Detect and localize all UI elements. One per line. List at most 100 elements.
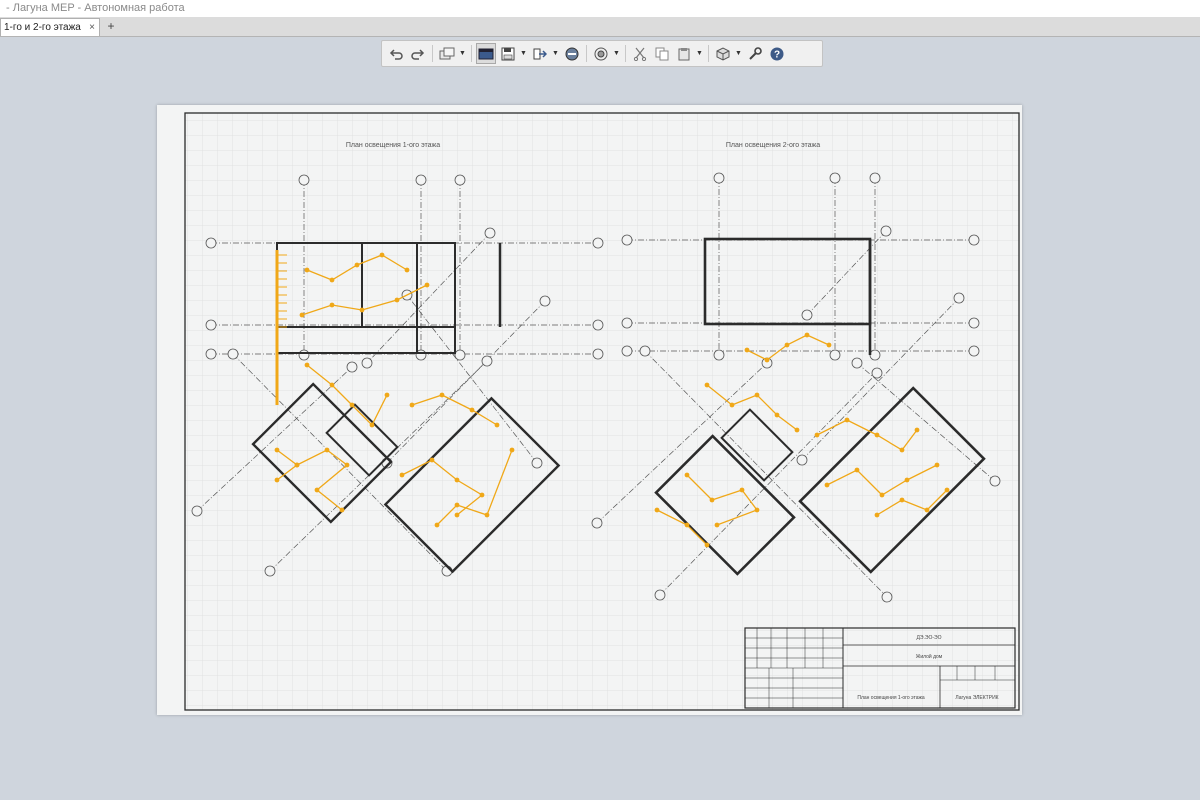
layers-icon[interactable] <box>437 43 457 64</box>
lighting-fixture <box>329 277 335 283</box>
axis-bubble <box>361 357 373 369</box>
lighting-fixture <box>494 422 500 428</box>
settings-icon[interactable] <box>745 43 765 64</box>
axis-bubble <box>592 237 604 249</box>
chevron-down-icon[interactable]: ▼ <box>613 43 620 64</box>
lighting-fixture <box>754 392 760 398</box>
undo-icon[interactable] <box>386 43 406 64</box>
axis-bubble <box>829 349 841 361</box>
lighting-fixture <box>509 447 515 453</box>
export-icon[interactable] <box>530 43 550 64</box>
chevron-down-icon[interactable]: ▼ <box>696 43 703 64</box>
stamp-sheet-title: План освещения 1-ого этажа <box>857 695 925 701</box>
chevron-down-icon[interactable]: ▼ <box>459 43 466 64</box>
lighting-fixture <box>369 422 375 428</box>
lighting-fixture <box>754 507 760 513</box>
chevron-down-icon[interactable]: ▼ <box>735 43 742 64</box>
tab-floor-plans[interactable]: 1-го и 2-го этажа × <box>0 18 100 36</box>
lighting-fixture <box>384 392 390 398</box>
lighting-fixture <box>899 447 905 453</box>
window-title: - Лагуна MEP - Автономная работа <box>0 0 1200 17</box>
lighting-fixture <box>434 522 440 528</box>
add-tab-button[interactable]: + <box>104 19 118 34</box>
lighting-fixture <box>824 482 830 488</box>
plan-title-floor-2: План освещения 2-ого этажа <box>726 142 820 149</box>
lighting-fixture <box>469 407 475 413</box>
lighting-fixture <box>874 432 880 438</box>
lighting-fixture <box>899 497 905 503</box>
tab-bar: 1-го и 2-го этажа × + <box>0 17 1200 37</box>
view-3d-icon[interactable] <box>713 43 733 64</box>
copy-icon[interactable] <box>652 43 672 64</box>
lighting-fixture <box>454 502 460 508</box>
chevron-down-icon[interactable]: ▼ <box>520 43 527 64</box>
lighting-fixture <box>454 512 460 518</box>
axis-bubble <box>869 349 881 361</box>
lighting-fixture <box>409 402 415 408</box>
lighting-fixture <box>784 342 790 348</box>
lighting-fixture <box>394 297 400 303</box>
lighting-fixture <box>274 447 280 453</box>
lighting-fixture <box>804 332 810 338</box>
lighting-fixture <box>429 457 435 463</box>
print-icon[interactable] <box>562 43 582 64</box>
lighting-fixture <box>914 427 920 433</box>
redo-icon[interactable] <box>408 43 428 64</box>
lighting-fixture <box>294 462 300 468</box>
chevron-down-icon[interactable]: ▼ <box>552 43 559 64</box>
save-icon[interactable] <box>498 43 518 64</box>
lighting-fixture <box>329 382 335 388</box>
lighting-fixture <box>344 462 350 468</box>
axis-bubble <box>801 309 813 321</box>
lighting-fixture <box>299 312 305 318</box>
svg-text:?: ? <box>774 49 780 60</box>
lighting-fixture <box>729 402 735 408</box>
lighting-fixture <box>879 492 885 498</box>
paste-icon[interactable] <box>674 43 694 64</box>
lighting-fixture <box>304 267 310 273</box>
open-icon[interactable] <box>591 43 611 64</box>
lighting-fixture <box>844 417 850 423</box>
lighting-fixture <box>774 412 780 418</box>
lighting-fixture <box>379 252 385 258</box>
axis-bubble <box>264 565 276 577</box>
lighting-fixture <box>354 262 360 268</box>
help-icon[interactable]: ? <box>767 43 787 64</box>
axis-bubble <box>531 457 543 469</box>
tab-label: 1-го и 2-го этажа <box>4 22 81 33</box>
lighting-fixture <box>399 472 405 478</box>
lighting-fixture <box>739 487 745 493</box>
axis-bubble <box>871 367 883 379</box>
axis-bubble <box>953 292 965 304</box>
toolbar-separator <box>708 45 709 62</box>
lighting-fixture <box>854 467 860 473</box>
axis-bubble <box>713 172 725 184</box>
lighting-fixture <box>794 427 800 433</box>
lighting-fixture <box>924 507 930 513</box>
axis-bubble <box>298 174 310 186</box>
lighting-fixture <box>359 307 365 313</box>
lighting-fixture <box>709 497 715 503</box>
plan-title-floor-1: План освещения 1-ого этажа <box>346 142 440 149</box>
cut-icon[interactable] <box>630 43 650 64</box>
axis-bubble <box>227 348 239 360</box>
drawing-canvas: План освещения 1-ого этажа План освещени… <box>157 105 1022 715</box>
sheet-view-icon[interactable] <box>476 43 496 64</box>
axis-bubble <box>346 361 358 373</box>
lighting-fixture <box>339 507 345 513</box>
drawing-sheet[interactable]: План освещения 1-ого этажа План освещени… <box>157 105 1022 715</box>
axis-bubble <box>621 234 633 246</box>
toolbar-separator <box>471 45 472 62</box>
axis-bubble <box>968 345 980 357</box>
close-icon[interactable]: × <box>89 19 95 36</box>
lighting-fixture <box>484 512 490 518</box>
axis-bubble <box>205 237 217 249</box>
axis-bubble <box>592 348 604 360</box>
axis-bubble <box>415 174 427 186</box>
axis-bubble <box>591 517 603 529</box>
axis-bubble <box>880 225 892 237</box>
axis-bubble <box>481 355 493 367</box>
lighting-fixture <box>934 462 940 468</box>
lighting-fixture <box>314 487 320 493</box>
axis-bubble <box>796 454 808 466</box>
